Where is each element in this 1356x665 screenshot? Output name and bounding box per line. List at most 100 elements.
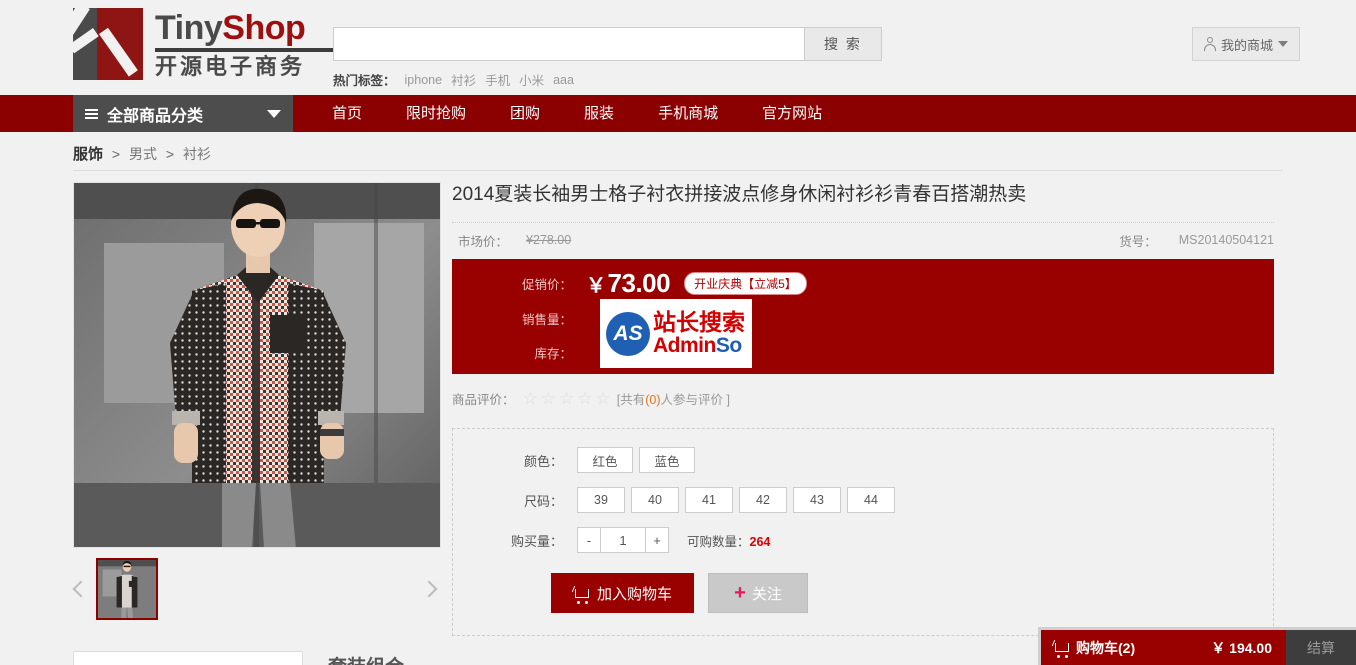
hot-tag-iphone[interactable]: iphone xyxy=(405,73,443,87)
promo-price-value: ￥73.00 xyxy=(586,267,671,299)
star-icon[interactable]: ☆ xyxy=(523,390,538,407)
hamburger-icon xyxy=(85,107,98,121)
logo-subtitle: 开源电子商务 xyxy=(155,53,306,79)
favorite-label: 关注 xyxy=(751,585,782,603)
quantity-input[interactable]: 1 xyxy=(600,528,646,552)
site-logo[interactable]: TinyShop 开源电子商务 xyxy=(73,8,360,80)
add-to-cart-label: 加入购物车 xyxy=(596,585,672,603)
rating-count-note[interactable]: [共有(0)人参与评价 ] xyxy=(617,389,730,408)
hot-tag-aaa[interactable]: aaa xyxy=(553,73,574,87)
available-stock: 可购数量：264 xyxy=(687,531,770,550)
quantity-increase-button[interactable]: + xyxy=(646,528,668,552)
quantity-stepper[interactable]: - 1 + xyxy=(577,527,669,553)
breadcrumb-separator: > xyxy=(111,146,121,162)
size-option-43[interactable]: 43 xyxy=(793,487,841,513)
rating-count: (0) xyxy=(645,392,661,407)
floating-cart-bar: 购物车(2) ￥ 194.00 结算 xyxy=(1038,627,1356,665)
search-area: 搜 索 热门标签： iphone 衬衫 手机 小米 aaa xyxy=(333,27,882,89)
adminso-watermark: AS 站长搜索 AdminSo xyxy=(600,299,752,368)
nav-item-home[interactable]: 首页 xyxy=(310,95,384,132)
main-nav: 全部商品分类 首页 限时抢购 团购 服装 手机商城 官方网站 xyxy=(0,95,1356,132)
color-option-blue[interactable]: 蓝色 xyxy=(639,447,695,473)
cart-icon xyxy=(571,585,591,604)
rating-stars[interactable]: ☆ ☆ ☆ ☆ ☆ xyxy=(523,390,611,407)
promo-price-row: 促销价： ￥73.00 开业庆典【立减5】 xyxy=(452,259,1274,301)
nav-item-mobile-mall[interactable]: 手机商城 xyxy=(636,95,740,132)
breadcrumb-item-mens[interactable]: 男式 xyxy=(129,146,157,162)
market-price-value: ¥278.00 xyxy=(526,233,572,247)
watermark-en-admin: Admin xyxy=(653,333,716,357)
promo-price-number: 73.00 xyxy=(607,267,671,298)
quantity-row: 购买量： - 1 + 可购数量：264 xyxy=(453,527,1273,553)
promo-price-label: 促销价： xyxy=(521,277,572,292)
star-icon[interactable]: ☆ xyxy=(541,390,556,407)
product-rating: 商品评价： ☆ ☆ ☆ ☆ ☆ [共有(0)人参与评价 ] xyxy=(452,382,1274,414)
hot-tag-phone[interactable]: 手机 xyxy=(485,70,510,89)
star-icon[interactable]: ☆ xyxy=(559,390,574,407)
floating-cart-label: 购物车(2) xyxy=(1076,639,1136,656)
product-gallery xyxy=(72,182,441,624)
adminso-logo-icon: AS xyxy=(606,311,650,356)
sales-row: 销售量： xyxy=(452,301,1274,335)
product-main-image[interactable] xyxy=(73,182,441,548)
hot-tag-shirt[interactable]: 衬衫 xyxy=(451,70,476,89)
site-header: TinyShop 开源电子商务 搜 索 热门标签： iphone 衬衫 手机 小… xyxy=(0,0,1356,95)
thumbnail-carousel xyxy=(72,558,441,624)
hot-tags: 热门标签： iphone 衬衫 手机 小米 aaa xyxy=(333,70,882,89)
breadcrumb-item-apparel[interactable]: 服饰 xyxy=(73,146,103,163)
logo-text: TinyShop 开源电子商务 xyxy=(155,9,360,80)
size-option-44[interactable]: 44 xyxy=(847,487,895,513)
color-option-red[interactable]: 红色 xyxy=(577,447,633,473)
product-info: 2014夏装长袖男士格子衬衣拼接波点修身休闲衬衫衫青春百搭潮热卖 市场价： ¥2… xyxy=(452,180,1274,636)
quantity-decrease-button[interactable]: - xyxy=(578,528,600,552)
watermark-cn-text: 站长搜索 xyxy=(653,309,745,336)
gallery-prev-arrow-icon[interactable] xyxy=(72,576,91,604)
available-stock-number: 264 xyxy=(749,534,771,549)
size-option-40[interactable]: 40 xyxy=(631,487,679,513)
all-categories-button[interactable]: 全部商品分类 xyxy=(73,95,293,132)
all-categories-label: 全部商品分类 xyxy=(107,107,204,125)
logo-word-tiny: Tiny xyxy=(155,8,223,47)
thumbnail-item-1[interactable] xyxy=(96,558,158,620)
breadcrumb: 服饰 > 男式 > 衬衫 xyxy=(73,143,211,164)
star-icon[interactable]: ☆ xyxy=(596,390,611,407)
cart-icon xyxy=(1051,640,1071,658)
floating-cart-total: ￥ 194.00 xyxy=(1211,639,1272,656)
sku-info: 货号： MS20140504121 xyxy=(1119,231,1274,250)
hot-tag-xiaomi[interactable]: 小米 xyxy=(519,70,544,89)
breadcrumb-item-shirts[interactable]: 衬衫 xyxy=(183,146,211,162)
sku-label: 货号： xyxy=(1119,234,1157,249)
gallery-next-arrow-icon[interactable] xyxy=(420,576,439,604)
size-option-41[interactable]: 41 xyxy=(685,487,733,513)
nav-item-official-site[interactable]: 官方网站 xyxy=(740,95,844,132)
checkout-button[interactable]: 结算 xyxy=(1286,630,1356,665)
favorite-button[interactable]: + 关注 xyxy=(708,573,808,613)
size-label: 尺码： xyxy=(523,493,563,509)
nav-item-clothing[interactable]: 服装 xyxy=(562,95,636,132)
logo-divider xyxy=(155,47,360,52)
size-option-42[interactable]: 42 xyxy=(739,487,787,513)
star-icon[interactable]: ☆ xyxy=(577,390,592,407)
market-price-row: 市场价： ¥278.00 货号： MS20140504121 xyxy=(452,223,1274,257)
rating-note-prefix: [共有 xyxy=(616,392,646,407)
my-mall-label: 我的商城 xyxy=(1220,37,1273,53)
market-price-label: 市场价： xyxy=(457,234,508,249)
nav-item-flash-sale[interactable]: 限时抢购 xyxy=(384,95,488,132)
search-input[interactable] xyxy=(333,27,805,61)
nav-item-group-buy[interactable]: 团购 xyxy=(488,95,562,132)
currency-symbol: ￥ xyxy=(586,274,606,297)
my-mall-button[interactable]: 我的商城 xyxy=(1191,27,1300,61)
product-page: TinyShop 开源电子商务 搜 索 热门标签： iphone 衬衫 手机 小… xyxy=(0,0,1356,665)
combo-section-title: 套装组合 xyxy=(328,652,404,665)
floating-cart-info[interactable]: 购物车(2) xyxy=(1041,638,1135,658)
size-option-39[interactable]: 39 xyxy=(577,487,625,513)
sales-label: 销售量： xyxy=(521,312,572,327)
product-options-panel: 颜色： 红色 蓝色 尺码： 39 40 41 42 43 44 购买量： - 1… xyxy=(452,428,1274,636)
search-button[interactable]: 搜 索 xyxy=(805,27,882,61)
product-photo xyxy=(74,183,440,547)
person-icon xyxy=(1203,37,1216,51)
color-label: 颜色： xyxy=(523,453,563,469)
action-buttons: 加入购物车 + 关注 xyxy=(453,573,1273,613)
sku-code: MS20140504121 xyxy=(1178,233,1274,247)
add-to-cart-button[interactable]: 加入购物车 xyxy=(551,573,694,613)
